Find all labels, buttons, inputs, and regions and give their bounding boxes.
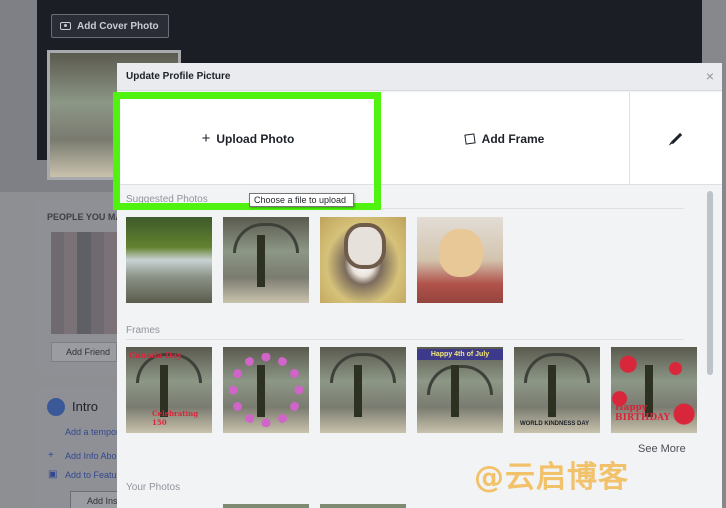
tree-shape (548, 365, 556, 417)
frame-caption: Happy BIRTHDAY (615, 403, 671, 423)
intro-heading: Intro (72, 399, 99, 414)
upload-tooltip: Choose a file to upload (249, 193, 354, 207)
pixelated-suggestion-photo (51, 232, 117, 334)
edit-thumbnail-button[interactable] (629, 92, 722, 185)
frame-caption: Canada Day (129, 350, 182, 360)
suggested-photo-dog[interactable] (417, 217, 503, 303)
add-plus-icon: + (48, 450, 54, 461)
add-cover-photo-label: Add Cover Photo (77, 20, 159, 32)
flower-wreath-shape (229, 353, 303, 427)
hammock-shape (233, 223, 299, 253)
intro-link-info[interactable]: Add Info About (65, 451, 124, 461)
add-instagram-button[interactable]: Add Instagram (70, 491, 118, 508)
featured-icon: ▣ (48, 469, 58, 480)
tree-shape (257, 235, 265, 287)
frame-option-plain[interactable] (320, 347, 406, 433)
dialog-header: Update Profile Picture × (117, 63, 722, 91)
your-photo[interactable] (223, 504, 309, 508)
frames-heading: Frames (126, 325, 160, 336)
camera-icon (60, 22, 71, 30)
frame-option-kindness-day[interactable]: WORLD KINDNESS DAY (514, 347, 600, 433)
watermark: @云启博客 (474, 460, 629, 495)
divider (126, 339, 684, 340)
add-frame-button[interactable]: Add Frame (379, 92, 629, 185)
pencil-icon (670, 132, 682, 145)
frame-option-flowers[interactable] (223, 347, 309, 433)
close-icon[interactable]: × (706, 69, 714, 83)
add-frame-label: Add Frame (481, 131, 545, 146)
frame-caption: WORLD KINDNESS DAY (520, 421, 590, 427)
suggested-photo-waterfall[interactable] (126, 217, 212, 303)
frame-option-birthday[interactable]: Happy BIRTHDAY (611, 347, 697, 433)
frame-icon (464, 132, 476, 145)
hammock-shape (330, 353, 396, 383)
tree-shape (354, 365, 362, 417)
dialog-scrollbar[interactable] (707, 191, 713, 375)
tree-shape (451, 365, 459, 417)
frame-subcaption: Celebrating 150 (152, 409, 199, 427)
add-cover-photo-button[interactable]: Add Cover Photo (51, 14, 169, 38)
dialog-title: Update Profile Picture (126, 71, 231, 82)
frame-option-canada-day[interactable]: Canada Day Celebrating 150 (126, 347, 212, 433)
hammock-shape (524, 353, 590, 383)
your-photo[interactable] (320, 504, 406, 508)
frame-option-fourth-of-july[interactable]: Happy 4th of July (417, 347, 503, 433)
see-more-link[interactable]: See More (638, 443, 686, 455)
intro-globe-icon (47, 398, 65, 416)
hammock-shape (427, 365, 493, 395)
your-photos-heading: Your Photos (126, 482, 181, 493)
add-friend-button[interactable]: Add Friend (51, 342, 117, 362)
suggested-photo-cat[interactable] (320, 217, 406, 303)
suggested-photo-garden[interactable] (223, 217, 309, 303)
frame-caption: Happy 4th of July (417, 349, 503, 360)
